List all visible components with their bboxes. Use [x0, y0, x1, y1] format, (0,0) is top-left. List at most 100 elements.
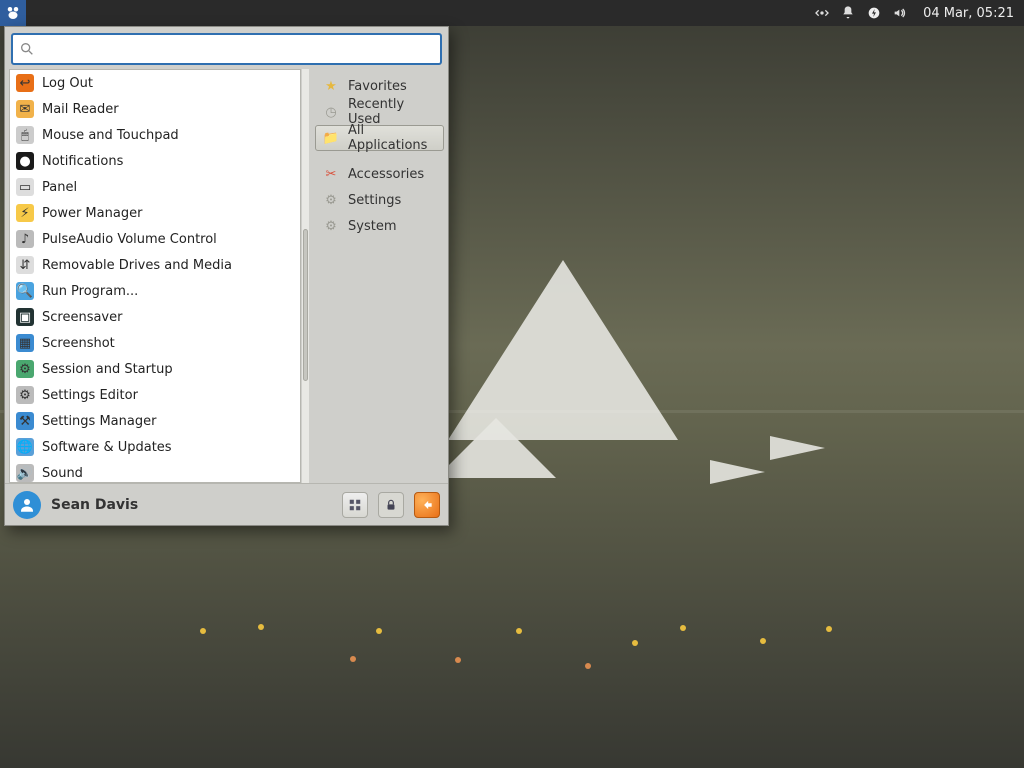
volume-icon [892, 5, 908, 21]
app-item-label: Panel [42, 180, 77, 195]
sound-icon: 🔊 [16, 464, 34, 482]
menu-search[interactable] [11, 33, 442, 65]
category-settings[interactable]: ⚙Settings [315, 187, 444, 213]
category-label: Favorites [348, 79, 407, 94]
wallpaper-dot [200, 628, 206, 634]
bolt-icon: ⚡ [16, 204, 34, 222]
category-label: System [348, 219, 396, 234]
system-icon: ⚙ [322, 217, 340, 235]
app-list-scrollbar[interactable] [301, 69, 309, 483]
tray-network[interactable] [809, 0, 835, 26]
wallpaper-shape [436, 418, 556, 478]
app-item[interactable]: ⚡ Power Manager [10, 200, 300, 226]
screensaver-icon: ▣ [16, 308, 34, 326]
category-system[interactable]: ⚙ System [315, 213, 444, 239]
app-item-label: PulseAudio Volume Control [42, 232, 217, 247]
wallpaper-shape [710, 460, 765, 484]
app-item-label: Session and Startup [42, 362, 173, 377]
app-item[interactable]: 🌐 Software & Updates [10, 434, 300, 460]
wallpaper-dot [632, 640, 638, 646]
bell-icon [840, 5, 856, 21]
app-item[interactable]: ⚙ Session and Startup [10, 356, 300, 382]
gear-icon: ⚙ [16, 386, 34, 404]
globe-icon: 🌐 [16, 438, 34, 456]
app-item[interactable]: 🔍 Run Program... [10, 278, 300, 304]
user-name: Sean Davis [51, 497, 138, 513]
all-settings-button[interactable] [342, 492, 368, 518]
app-item-label: Mouse and Touchpad [42, 128, 179, 143]
app-item[interactable]: ⇵ Removable Drives and Media [10, 252, 300, 278]
search-input[interactable] [41, 41, 434, 57]
app-item[interactable]: ● Notifications [10, 148, 300, 174]
tray-volume[interactable] [887, 0, 913, 26]
wallpaper-dot [760, 638, 766, 644]
app-item[interactable]: ⚒ Settings Manager [10, 408, 300, 434]
app-item-label: Run Program... [42, 284, 138, 299]
app-item[interactable]: ▭ Panel [10, 174, 300, 200]
app-list[interactable]: ↩ Log Out ✉ Mail Reader 🖱 Mouse and Touchpad ●… [9, 69, 301, 483]
app-item-label: Software & Updates [42, 440, 172, 455]
category-label: Accessories [348, 167, 424, 182]
wallpaper-dot [376, 628, 382, 634]
app-item-label: Notifications [42, 154, 123, 169]
app-item[interactable]: ▦Screenshot [10, 330, 300, 356]
app-item[interactable]: ▣ Screensaver [10, 304, 300, 330]
wallpaper-dot [585, 663, 591, 669]
wallpaper-dot [455, 657, 461, 663]
xfce-mouse-icon [4, 4, 22, 22]
lan-icon [814, 5, 830, 21]
settings-grid-icon [348, 498, 362, 512]
wallpaper-shape [448, 260, 678, 440]
category-label: Settings [348, 193, 401, 208]
app-item-label: Settings Manager [42, 414, 156, 429]
power-icon [866, 5, 882, 21]
panel-clock[interactable]: 04 Mar, 05:21 [913, 6, 1024, 21]
category-accessories[interactable]: ✂ Accessories [315, 161, 444, 187]
session-icon: ⚙ [16, 360, 34, 378]
wallpaper-shape [770, 436, 825, 460]
app-item-label: Removable Drives and Media [42, 258, 232, 273]
avatar[interactable] [13, 491, 41, 519]
wallpaper-dot [680, 625, 686, 631]
app-item-label: Screenshot [42, 336, 115, 351]
category-favorites[interactable]: ★ Favorites [315, 73, 444, 99]
star-icon: ★ [322, 77, 340, 95]
panel-icon: ▭ [16, 178, 34, 196]
app-item[interactable]: ↩ Log Out [10, 70, 300, 96]
category-separator [315, 151, 444, 161]
start-menu-button[interactable] [0, 0, 26, 26]
logout-arrow-icon [420, 498, 434, 512]
app-item[interactable]: 🖱 Mouse and Touchpad [10, 122, 300, 148]
app-item[interactable]: 🔊 Sound [10, 460, 300, 483]
settings-icon: ⚒ [16, 412, 34, 430]
search-icon: 🔍 [16, 282, 34, 300]
category-recently-used[interactable]: ◷Recently Used [315, 99, 444, 125]
logout-icon: ↩ [16, 74, 34, 92]
wallpaper-dot [258, 624, 264, 630]
app-item-label: Mail Reader [42, 102, 119, 117]
menu-footer: Sean Davis [5, 483, 448, 525]
usb-icon: ⇵ [16, 256, 34, 274]
app-item-label: Log Out [42, 76, 93, 91]
category-all-applications[interactable]: 📁All Applications [315, 125, 444, 151]
lock-screen-button[interactable] [378, 492, 404, 518]
mouse-icon: 🖱 [16, 126, 34, 144]
tray-power[interactable] [861, 0, 887, 26]
top-panel: 04 Mar, 05:21 [0, 0, 1024, 26]
accessories-icon: ✂ [322, 165, 340, 183]
category-list: ★ Favorites ◷Recently Used📁All Application… [309, 69, 448, 483]
mail-icon: ✉ [16, 100, 34, 118]
lock-icon [384, 498, 398, 512]
app-item-label: Power Manager [42, 206, 142, 221]
app-item-label: Screensaver [42, 310, 122, 325]
app-item[interactable]: ✉ Mail Reader [10, 96, 300, 122]
app-item-label: Sound [42, 466, 83, 481]
volctl-icon: ♪ [16, 230, 34, 248]
app-item[interactable]: ⚙Settings Editor [10, 382, 300, 408]
tray-notifications[interactable] [835, 0, 861, 26]
notify-icon: ● [16, 152, 34, 170]
app-item[interactable]: ♪ PulseAudio Volume Control [10, 226, 300, 252]
wallpaper-dot [826, 626, 832, 632]
wallpaper-dot [350, 656, 356, 662]
logout-button[interactable] [414, 492, 440, 518]
